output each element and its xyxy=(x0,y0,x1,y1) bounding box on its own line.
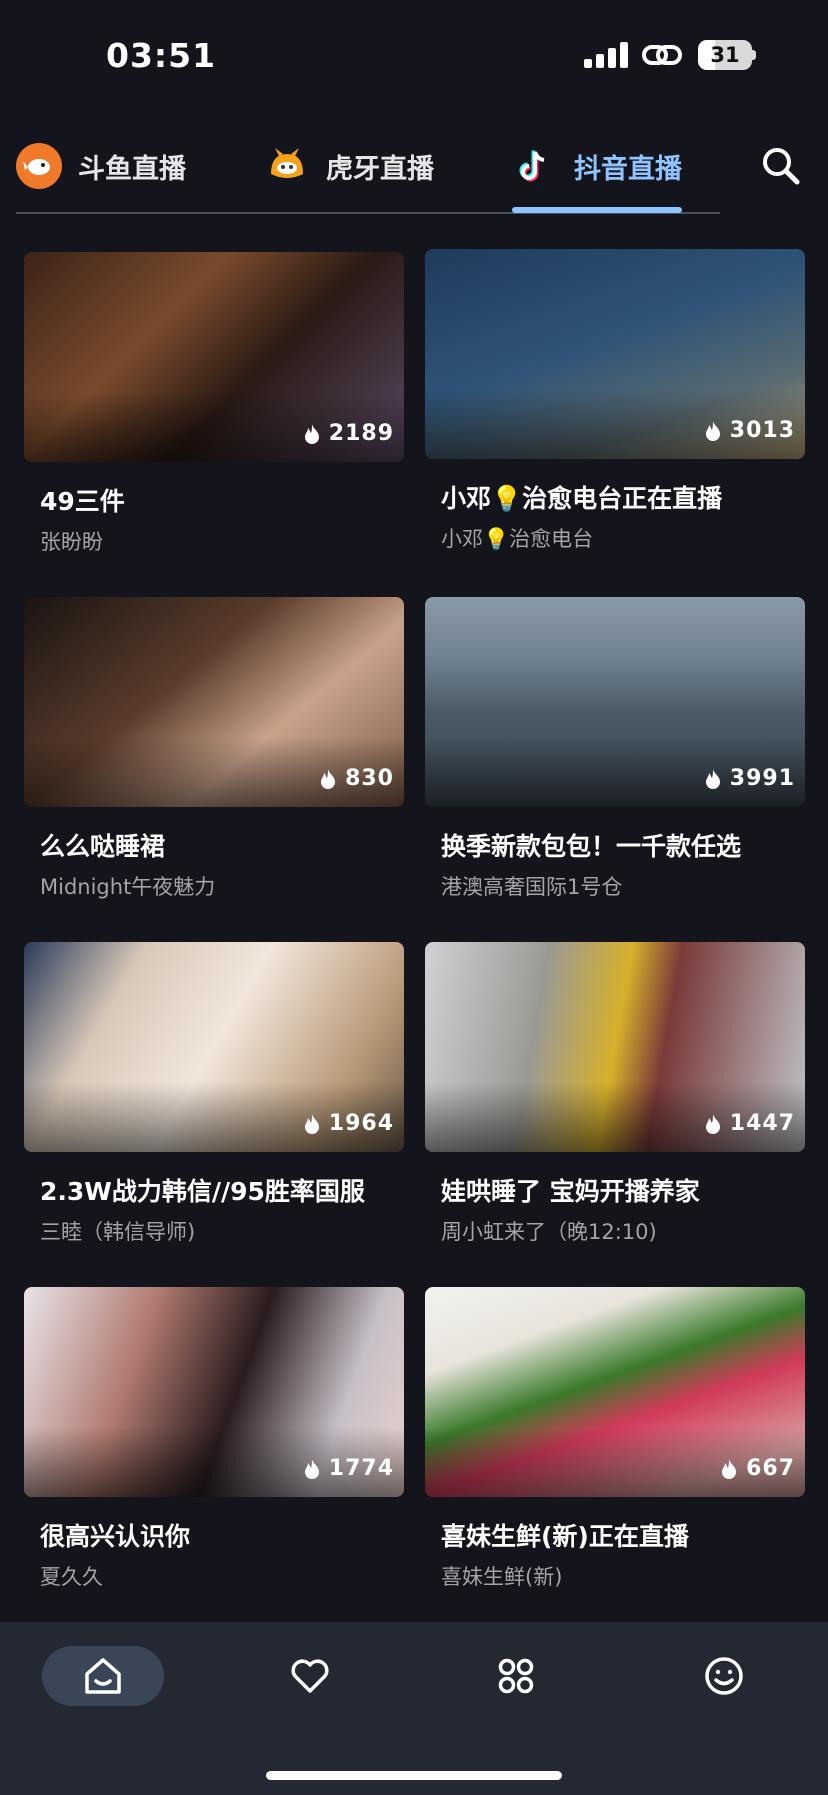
viewer-count: 1774 xyxy=(328,1456,394,1481)
nav-favorites[interactable] xyxy=(278,1646,342,1706)
streamer-name: 周小虹来了（晚12:10) xyxy=(441,1220,657,1244)
stream-title: 娃哄睡了 宝妈开播养家 xyxy=(441,1177,700,1206)
app-screen: 03:51 31 斗鱼直播 虎牙直播 抖音直播 2189 49三件 张盼盼 30… xyxy=(0,0,828,1795)
stream-card[interactable]: 2189 49三件 张盼盼 xyxy=(24,252,404,562)
stream-title: 小邓💡治愈电台正在直播 xyxy=(441,484,723,513)
viewer-count: 1964 xyxy=(328,1111,394,1136)
stream-title: 换季新款包包！一千款任选 xyxy=(441,832,742,861)
stream-thumbnail: 830 xyxy=(24,597,404,807)
stream-card[interactable]: 3013 小邓💡治愈电台正在直播 小邓💡治愈电台 xyxy=(425,249,805,559)
viewer-count: 2189 xyxy=(328,421,394,446)
viewer-count: 3013 xyxy=(729,418,795,443)
stream-grid: 2189 49三件 张盼盼 3013 小邓💡治愈电台正在直播 小邓💡治愈电台 8… xyxy=(0,0,828,1795)
stream-title: 么么哒睡裙 xyxy=(40,832,166,861)
streamer-name: 小邓💡治愈电台 xyxy=(441,527,594,551)
flame-icon xyxy=(321,768,336,789)
streamer-name: 夏久久 xyxy=(40,1565,103,1589)
viewer-count-badge: 1964 xyxy=(303,1111,394,1136)
stream-thumbnail: 1774 xyxy=(24,1287,404,1497)
streamer-name: 三睦（韩信导师) xyxy=(40,1220,196,1244)
stream-title: 喜妹生鲜(新)正在直播 xyxy=(441,1522,689,1551)
flame-icon xyxy=(705,420,720,441)
viewer-count: 3991 xyxy=(729,766,795,791)
stream-title: 2.3W战力韩信//95胜率国服 xyxy=(40,1177,365,1206)
nav-categories[interactable] xyxy=(484,1646,548,1706)
streamer-name: 喜妹生鲜(新) xyxy=(441,1565,563,1589)
bottom-nav xyxy=(0,1622,828,1795)
stream-thumbnail: 1447 xyxy=(425,942,805,1152)
nav-home[interactable] xyxy=(42,1646,164,1706)
streamer-name: Midnight午夜魅力 xyxy=(40,875,216,899)
viewer-count-badge: 1774 xyxy=(303,1456,394,1481)
stream-card[interactable]: 830 么么哒睡裙 Midnight午夜魅力 xyxy=(24,597,404,907)
viewer-count-badge: 3013 xyxy=(704,418,795,443)
flame-icon xyxy=(304,423,319,444)
flame-icon xyxy=(304,1113,319,1134)
viewer-count: 667 xyxy=(746,1456,795,1481)
stream-card[interactable]: 1964 2.3W战力韩信//95胜率国服 三睦（韩信导师) xyxy=(24,942,404,1252)
flame-icon xyxy=(705,768,720,789)
grid-icon xyxy=(498,1658,534,1694)
stream-thumbnail: 3991 xyxy=(425,597,805,807)
viewer-count: 830 xyxy=(345,766,394,791)
stream-title: 很高兴认识你 xyxy=(40,1522,191,1551)
viewer-count-badge: 667 xyxy=(720,1456,795,1481)
flame-icon xyxy=(705,1113,720,1134)
stream-thumbnail: 3013 xyxy=(425,249,805,459)
streamer-name: 港澳高奢国际1号仓 xyxy=(441,875,623,899)
stream-card[interactable]: 3991 换季新款包包！一千款任选 港澳高奢国际1号仓 xyxy=(425,597,805,907)
viewer-count-badge: 1447 xyxy=(704,1111,795,1136)
viewer-count-badge: 830 xyxy=(319,766,394,791)
flame-icon xyxy=(304,1458,319,1479)
viewer-count-badge: 2189 xyxy=(303,421,394,446)
viewer-count-badge: 3991 xyxy=(704,766,795,791)
stream-title: 49三件 xyxy=(40,487,125,516)
smiley-icon xyxy=(705,1657,743,1695)
nav-profile[interactable] xyxy=(692,1646,756,1706)
heart-icon xyxy=(291,1659,329,1693)
home-icon xyxy=(85,1658,121,1694)
home-indicator[interactable] xyxy=(266,1771,562,1780)
stream-thumbnail: 1964 xyxy=(24,942,404,1152)
stream-thumbnail: 2189 xyxy=(24,252,404,462)
stream-thumbnail: 667 xyxy=(425,1287,805,1497)
stream-card[interactable]: 1774 很高兴认识你 夏久久 xyxy=(24,1287,404,1597)
viewer-count: 1447 xyxy=(729,1111,795,1136)
flame-icon xyxy=(722,1458,737,1479)
stream-card[interactable]: 667 喜妹生鲜(新)正在直播 喜妹生鲜(新) xyxy=(425,1287,805,1597)
stream-card[interactable]: 1447 娃哄睡了 宝妈开播养家 周小虹来了（晚12:10) xyxy=(425,942,805,1252)
streamer-name: 张盼盼 xyxy=(40,530,103,554)
